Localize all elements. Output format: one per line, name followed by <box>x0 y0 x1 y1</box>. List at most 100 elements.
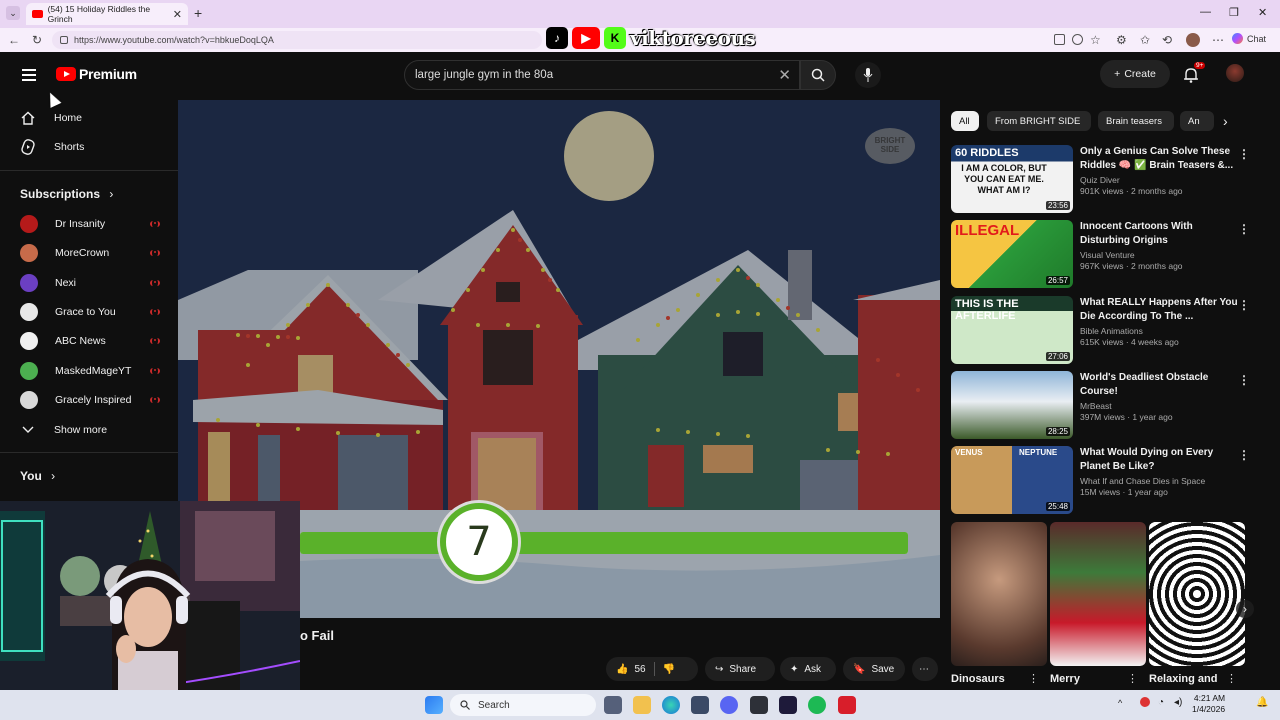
sidebar-item-shorts[interactable]: Shorts <box>20 139 84 155</box>
video-thumbnail[interactable]: THIS IS THE AFTERLIFE 27:06 <box>951 296 1073 364</box>
tray-app-icon[interactable] <box>1140 697 1150 707</box>
app-icon[interactable] <box>838 696 856 714</box>
show-more-button[interactable]: Show more <box>20 422 107 438</box>
channel-name[interactable]: Quiz Diver <box>1080 175 1240 185</box>
app-install-icon[interactable] <box>1054 34 1065 45</box>
minimize-icon[interactable]: — <box>1200 6 1211 18</box>
spotify-icon[interactable] <box>808 696 826 714</box>
discord-icon[interactable] <box>720 696 738 714</box>
like-button[interactable]: 👍 56 <box>616 664 646 675</box>
account-avatar[interactable] <box>1226 64 1244 82</box>
short-title[interactable]: Dinosaurs <box>951 673 1005 685</box>
subscription-item[interactable]: ABC News <box>20 332 160 351</box>
close-window-icon[interactable]: ✕ <box>1258 6 1267 19</box>
subscription-item[interactable]: MoreCrown <box>20 244 160 263</box>
video-thumbnail[interactable]: ILLEGAL 26:57 <box>951 220 1073 288</box>
restore-icon[interactable]: ❐ <box>1229 6 1239 19</box>
search-button[interactable] <box>800 60 836 90</box>
video-thumbnail[interactable]: VENUS NEPTUNE 25:48 <box>951 446 1073 514</box>
create-button[interactable]: + Create <box>1100 60 1170 88</box>
channel-name[interactable]: Bible Animations <box>1080 326 1240 336</box>
browser-tab-active[interactable]: (54) 15 Holiday Riddles the Grinch ✕ <box>26 3 188 25</box>
favorites-icon[interactable]: ✩ <box>1140 33 1150 47</box>
kebab-menu-icon[interactable]: ⋮ <box>1238 147 1250 161</box>
edge-browser-icon[interactable] <box>662 696 680 714</box>
file-explorer-icon[interactable] <box>633 696 651 714</box>
filter-chip[interactable]: An <box>1180 111 1214 131</box>
kebab-icon[interactable]: ⋮ <box>1028 672 1039 685</box>
channel-name[interactable]: Visual Venture <box>1080 250 1240 260</box>
kebab-menu-icon[interactable]: ⋮ <box>1238 298 1250 312</box>
filter-chip[interactable]: Brain teasers <box>1098 111 1174 131</box>
channel-name[interactable]: What If and Chase Dies in Space <box>1080 476 1240 486</box>
sidebar-item-home[interactable]: Home <box>20 110 82 126</box>
menu-hamburger-icon[interactable] <box>22 69 36 84</box>
you-heading[interactable]: You › <box>20 469 55 483</box>
profile-avatar[interactable] <box>1186 33 1200 47</box>
back-icon[interactable]: ← <box>8 33 20 47</box>
short-title[interactable]: Relaxing and <box>1149 673 1217 685</box>
subscriptions-heading[interactable]: Subscriptions › <box>20 187 113 201</box>
recommended-video[interactable]: 60 RIDDLES I AM A COLOR, BUT YOU CAN EAT … <box>951 145 1261 213</box>
zoom-icon[interactable] <box>1072 34 1083 45</box>
more-menu-icon[interactable]: ⋯ <box>1212 33 1224 47</box>
recommended-video[interactable]: THIS IS THE AFTERLIFE 27:06 What REALLY Ha… <box>951 296 1261 364</box>
close-tab-icon[interactable]: ✕ <box>173 8 182 21</box>
more-actions-button[interactable]: ⋯ <box>912 657 938 681</box>
short-thumbnail[interactable] <box>951 522 1047 666</box>
short-thumbnail[interactable] <box>1050 522 1146 666</box>
site-info-icon[interactable] <box>60 36 68 44</box>
new-tab-button[interactable]: + <box>194 5 202 21</box>
start-windows-icon[interactable] <box>425 696 443 714</box>
copilot-chat-button[interactable]: Chat <box>1232 33 1266 44</box>
store-icon[interactable] <box>691 696 709 714</box>
subscription-item[interactable]: Dr Insanity <box>20 215 160 233</box>
wifi-icon[interactable]: ◔ <box>1158 697 1164 708</box>
subscription-item[interactable]: Nexi <box>20 273 160 292</box>
task-view-icon[interactable] <box>604 696 622 714</box>
subscription-item[interactable]: Gracely Inspired <box>20 390 160 409</box>
video-thumbnail[interactable]: 28:25 <box>951 371 1073 439</box>
voice-search-button[interactable] <box>855 62 881 88</box>
reload-icon[interactable]: ↻ <box>32 33 42 47</box>
kebab-menu-icon[interactable]: ⋮ <box>1238 222 1250 236</box>
chips-next-icon[interactable]: › <box>1223 113 1228 129</box>
share-button[interactable]: ↪ Share <box>705 657 775 681</box>
capture-app-icon[interactable] <box>750 696 768 714</box>
url-field[interactable]: https://www.youtube.com/watch?v=hbkueDoq… <box>52 31 542 49</box>
recommended-video[interactable]: ILLEGAL 26:57 Innocent Cartoons With Distu… <box>951 220 1261 288</box>
video-thumbnail[interactable]: 60 RIDDLES I AM A COLOR, BUT YOU CAN EAT … <box>951 145 1073 213</box>
clear-search-icon[interactable]: ✕ <box>778 66 791 84</box>
notifications-icon[interactable]: 🔔 <box>1256 697 1268 708</box>
youtube-premium-logo[interactable]: Premium <box>56 66 137 82</box>
kebab-icon[interactable]: ⋮ <box>1127 672 1138 685</box>
filter-chip[interactable]: All <box>951 111 979 131</box>
notifications-bell-icon[interactable] <box>1184 67 1198 88</box>
premiere-pro-icon[interactable] <box>779 696 797 714</box>
ask-button[interactable]: ✦ Ask <box>780 657 836 681</box>
subscription-item[interactable]: MaskedMageYT <box>20 361 160 380</box>
recommended-video[interactable]: 28:25 World's Deadliest Obstacle Course! M… <box>951 371 1261 439</box>
favorite-star-icon[interactable]: ☆ <box>1090 33 1101 47</box>
history-icon[interactable]: ⟲ <box>1162 33 1172 47</box>
shorts-next-icon[interactable]: › <box>1236 600 1254 618</box>
show-hidden-icons[interactable]: ^ <box>1118 698 1122 708</box>
save-button[interactable]: 🔖 Save <box>843 657 905 681</box>
kebab-menu-icon[interactable]: ⋮ <box>1238 448 1250 462</box>
short-title[interactable]: Merry <box>1050 673 1080 685</box>
taskbar-search[interactable]: Search <box>450 694 596 716</box>
channel-name[interactable]: MrBeast <box>1080 401 1240 411</box>
tab-list-button[interactable]: ⌄ <box>6 6 20 20</box>
kebab-menu-icon[interactable]: ⋮ <box>1238 373 1250 387</box>
taskbar-clock[interactable]: 4:21 AM 1/4/2026 <box>1192 693 1225 715</box>
kebab-icon[interactable]: ⋮ <box>1226 672 1237 685</box>
subscription-item[interactable]: Grace to You <box>20 302 160 321</box>
dislike-button[interactable]: 👎 <box>663 664 675 675</box>
recommended-video[interactable]: VENUS NEPTUNE 25:48 What Would Dying on Eve… <box>951 446 1261 514</box>
live-indicator-icon <box>150 367 160 374</box>
volume-icon[interactable]: ◂) <box>1174 697 1182 708</box>
search-input[interactable]: large jungle gym in the 80a ✕ <box>404 60 800 90</box>
extensions-icon[interactable]: ⚙ <box>1116 33 1127 47</box>
filter-chip[interactable]: From BRIGHT SIDE <box>987 111 1091 131</box>
short-thumbnail[interactable] <box>1149 522 1245 666</box>
